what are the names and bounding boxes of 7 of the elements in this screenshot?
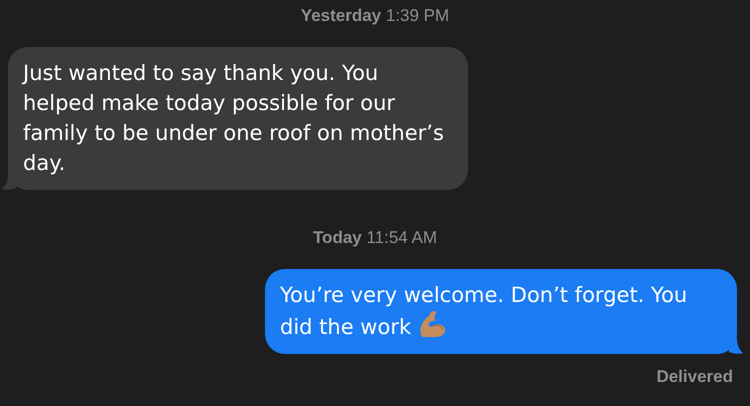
bubble-tail (2, 174, 16, 190)
timestamp: Yesterday 1:39 PM (300, 6, 450, 26)
message-bubble: Just wanted to say thank you. You helped make today possible for our family to be under one roof on mother’s day. (8, 47, 468, 190)
bubble-tail (729, 338, 743, 354)
delivery-status: Delivered (656, 367, 733, 387)
message-bubble: You’re very welcome. Don’t forget. You did the work (265, 269, 737, 354)
timestamp: Today 11:54 AM (312, 228, 438, 248)
